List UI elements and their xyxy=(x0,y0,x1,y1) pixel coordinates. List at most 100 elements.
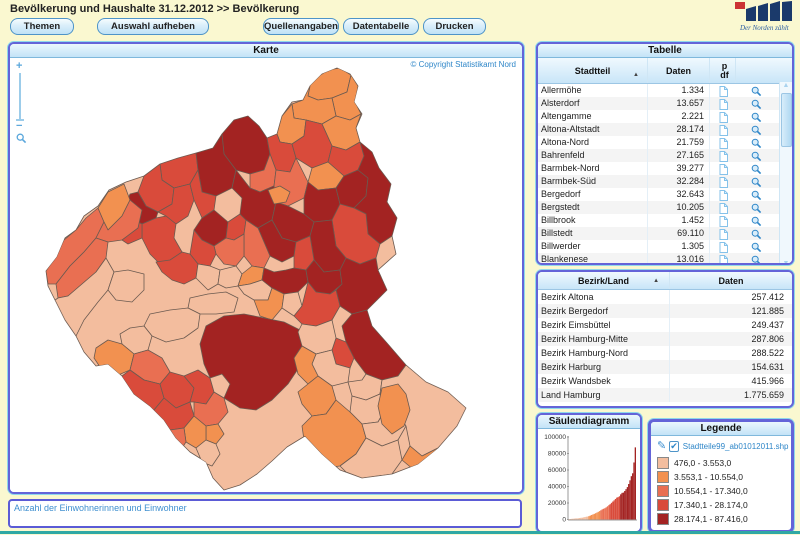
table-row[interactable]: Billbrook1.452 xyxy=(538,214,792,227)
quellenangaben-button[interactable]: Quellenangaben xyxy=(263,18,339,35)
column-bezirk-land[interactable]: Bezirk/Land ▲ xyxy=(538,272,670,289)
bezirk-row: Bezirk Eimsbüttel249.437 xyxy=(538,318,792,332)
bezirk-value: 257.412 xyxy=(670,290,792,304)
legend-classes: 476,0 - 3.553,03.553,1 - 10.554,010.554,… xyxy=(657,456,787,525)
table-scrollbar[interactable]: ▲ ▼ xyxy=(779,82,792,265)
legend-class-label: 17.340,1 - 28.174,0 xyxy=(674,500,748,510)
table-row[interactable]: Bergstedt10.205 xyxy=(538,201,792,214)
chart-bar xyxy=(615,499,616,520)
magnifier-icon[interactable] xyxy=(736,201,777,214)
stadtteil-value: 32.643 xyxy=(648,188,710,201)
layer-name[interactable]: Stadtteile99_ab01012011.shp xyxy=(683,442,789,451)
bezirk-name: Bezirk Eimsbüttel xyxy=(538,318,670,332)
y-tick-label: 20000 xyxy=(548,500,566,507)
pdf-icon[interactable] xyxy=(710,123,736,136)
pdf-icon[interactable] xyxy=(710,253,736,265)
table-row[interactable]: Barmbek-Nord39.277 xyxy=(538,162,792,175)
column-bezirk-daten[interactable]: Daten xyxy=(670,272,792,289)
choropleth-map[interactable] xyxy=(10,58,522,494)
chart-bar xyxy=(607,506,608,519)
chart-bar xyxy=(600,510,601,519)
auswahl-aufheben-button[interactable]: Auswahl aufheben xyxy=(97,18,209,35)
layer-checkbox[interactable]: ✔ xyxy=(669,441,679,452)
magnifier-icon[interactable] xyxy=(736,214,777,227)
pdf-icon[interactable] xyxy=(710,162,736,175)
table-row[interactable]: Altona-Nord21.759 xyxy=(538,136,792,149)
magnifier-icon[interactable] xyxy=(736,240,777,253)
magnifier-icon[interactable] xyxy=(736,253,777,265)
table-row[interactable]: Billwerder1.305 xyxy=(538,240,792,253)
pdf-icon[interactable] xyxy=(710,175,736,188)
bezirk-value: 249.437 xyxy=(670,318,792,332)
zoom-in-icon[interactable]: + xyxy=(16,61,32,71)
scroll-up-icon[interactable]: ▲ xyxy=(780,82,792,89)
pdf-icon[interactable] xyxy=(710,110,736,123)
bezirk-name: Bezirk Bergedorf xyxy=(538,304,670,318)
zoom-slider-handle[interactable] xyxy=(16,119,24,121)
magnifier-icon[interactable] xyxy=(736,84,777,97)
table-row[interactable]: Barmbek-Süd32.284 xyxy=(538,175,792,188)
magnifier-icon[interactable] xyxy=(736,175,777,188)
table-row[interactable]: Alsterdorf13.657 xyxy=(538,97,792,110)
zoom-out-icon[interactable]: − xyxy=(16,121,32,131)
zoom-loupe-icon[interactable] xyxy=(16,133,32,147)
magnifier-icon[interactable] xyxy=(736,149,777,162)
pdf-icon[interactable] xyxy=(710,188,736,201)
table-row[interactable]: Altengamme2.221 xyxy=(538,110,792,123)
column-stadtteil[interactable]: Stadtteil ▲ xyxy=(538,58,648,83)
stadtteil-name: Bergedorf xyxy=(538,188,648,201)
datentabelle-button[interactable]: Datentabelle xyxy=(343,18,419,35)
magnifier-icon[interactable] xyxy=(736,97,777,110)
drucken-button[interactable]: Drucken xyxy=(423,18,486,35)
legend-class-label: 28.174,1 - 87.416,0 xyxy=(674,514,748,524)
chart-bar xyxy=(612,502,613,520)
chart-bar xyxy=(627,487,628,519)
magnifier-icon[interactable] xyxy=(736,123,777,136)
pdf-icon[interactable] xyxy=(710,240,736,253)
bezirk-value: 288.522 xyxy=(670,346,792,360)
map-district[interactable] xyxy=(160,428,186,454)
chart-bar xyxy=(635,447,636,519)
themen-button[interactable]: Themen xyxy=(10,18,74,35)
chart-bar xyxy=(611,503,612,520)
scroll-thumb[interactable] xyxy=(781,93,792,147)
y-tick-label: 40000 xyxy=(548,484,566,491)
edit-pencil-icon[interactable]: ✎ xyxy=(657,441,666,452)
pdf-icon[interactable] xyxy=(710,149,736,162)
page-title: Bevölkerung und Haushalte 31.12.2012 >> … xyxy=(10,3,299,15)
table-row[interactable]: Allermöhe1.334 xyxy=(538,84,792,97)
legend-class-row: 28.174,1 - 87.416,0 xyxy=(657,512,787,525)
map-canvas[interactable]: © Copyright Statistikamt Nord + − xyxy=(10,58,522,494)
scroll-down-icon[interactable]: ▼ xyxy=(780,260,792,265)
pdf-icon[interactable] xyxy=(710,136,736,149)
table-row[interactable]: Billstedt69.110 xyxy=(538,227,792,240)
magnifier-icon[interactable] xyxy=(736,136,777,149)
magnifier-icon[interactable] xyxy=(736,188,777,201)
y-tick-label: 0 xyxy=(562,517,566,524)
pdf-icon[interactable] xyxy=(710,97,736,110)
zoom-slider[interactable] xyxy=(19,73,21,121)
pdf-icon[interactable] xyxy=(710,201,736,214)
legend-class-label: 3.553,1 - 10.554,0 xyxy=(674,472,743,482)
legend-class-row: 476,0 - 3.553,0 xyxy=(657,456,787,469)
legend-body: ✎ ✔ Stadtteile99_ab01012011.shp 476,0 - … xyxy=(651,436,791,525)
map-panel: Karte xyxy=(8,42,524,494)
bezirk-row: Bezirk Wandsbek415.966 xyxy=(538,374,792,388)
magnifier-icon[interactable] xyxy=(736,227,777,240)
pdf-icon[interactable] xyxy=(710,227,736,240)
table-row[interactable]: Bahrenfeld27.165 xyxy=(538,149,792,162)
bezirk-rows: Bezirk Altona257.412Bezirk Bergedorf121.… xyxy=(538,290,792,402)
table-row[interactable]: Blankenese13.016 xyxy=(538,253,792,265)
pdf-icon[interactable] xyxy=(710,214,736,227)
stadtteil-name: Altengamme xyxy=(538,110,648,123)
magnifier-icon[interactable] xyxy=(736,110,777,123)
table-row[interactable]: Bergedorf32.643 xyxy=(538,188,792,201)
magnifier-icon[interactable] xyxy=(736,162,777,175)
table-row[interactable]: Altona-Altstadt28.174 xyxy=(538,123,792,136)
stadtteil-table-panel: Tabelle Stadtteil ▲ Daten p df Allermöhe… xyxy=(536,42,794,265)
bezirk-name: Land Hamburg xyxy=(538,388,670,402)
pdf-icon[interactable] xyxy=(710,84,736,97)
chart-bar xyxy=(619,496,620,519)
bottom-divider xyxy=(0,531,800,534)
column-daten[interactable]: Daten xyxy=(648,58,710,83)
